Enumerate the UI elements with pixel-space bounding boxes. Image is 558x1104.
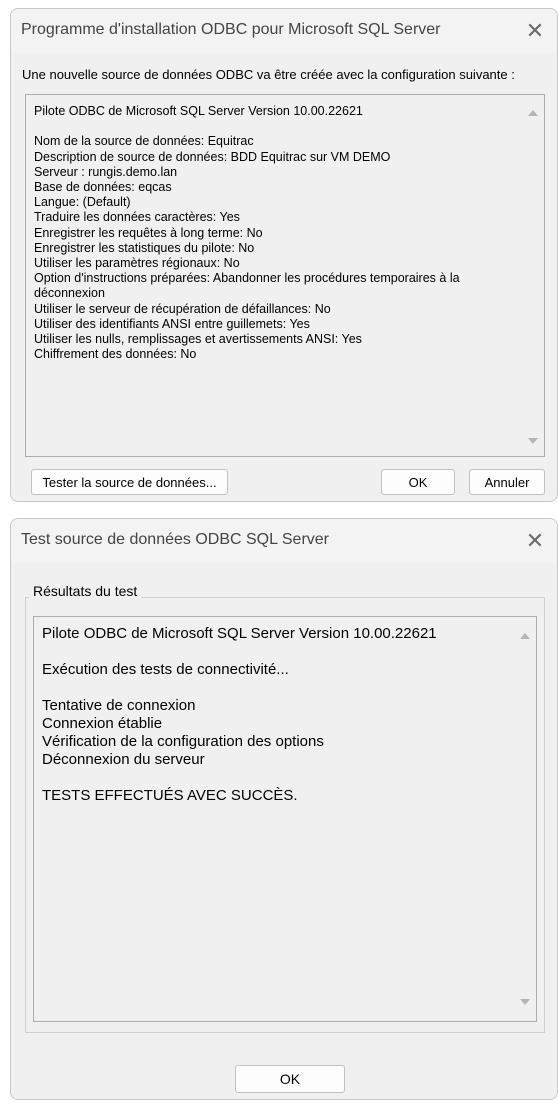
close-button[interactable]: ✕ <box>513 9 557 53</box>
scroll-down-icon[interactable] <box>520 999 530 1005</box>
ok-button[interactable]: OK <box>235 1065 345 1093</box>
close-icon: ✕ <box>525 18 545 43</box>
summary-line: Utiliser les paramètres régionaux: No <box>34 256 240 271</box>
result-line: Vérification de la configuration des opt… <box>42 733 324 750</box>
summary-line: déconnexion <box>34 286 105 301</box>
title-bar[interactable]: Test source de données ODBC SQL Server ✕ <box>11 519 557 563</box>
configuration-summary-text: Pilote ODBC de Microsoft SQL Server Vers… <box>34 104 514 362</box>
ok-button[interactable]: OK <box>381 469 455 495</box>
scroll-down-icon[interactable] <box>528 438 538 444</box>
configuration-summary-box[interactable]: Pilote ODBC de Microsoft SQL Server Vers… <box>25 94 545 457</box>
result-line: Déconnexion du serveur <box>42 751 205 768</box>
summary-line: Enregistrer les requêtes à long terme: N… <box>34 225 263 240</box>
result-line <box>42 769 506 787</box>
test-data-source-button[interactable]: Tester la source de données... <box>31 469 228 495</box>
summary-line: Base de données: eqcas <box>34 180 172 195</box>
group-label: Résultats du test <box>29 583 142 599</box>
vertical-scrollbar[interactable] <box>522 95 544 456</box>
result-line <box>42 679 506 697</box>
test-results-text: Pilote ODBC de Microsoft SQL Server Vers… <box>42 625 506 805</box>
scroll-up-icon[interactable] <box>528 110 538 116</box>
summary-line: Utiliser des identifiants ANSI entre gui… <box>34 316 310 331</box>
summary-line: Pilote ODBC de Microsoft SQL Server Vers… <box>34 104 363 118</box>
result-line: Pilote ODBC de Microsoft SQL Server Vers… <box>42 625 437 642</box>
summary-line: Description de source de données: BDD Eq… <box>34 149 391 164</box>
vertical-scrollbar[interactable] <box>514 617 536 1021</box>
result-line: TESTS EFFECTUÉS AVEC SUCCÈS. <box>42 787 298 804</box>
close-button[interactable]: ✕ <box>513 519 557 563</box>
window-title: Test source de données ODBC SQL Server <box>21 531 329 548</box>
summary-line: Nom de la source de données: Equitrac <box>34 134 254 149</box>
result-line: Exécution des tests de connectivité... <box>42 661 289 678</box>
summary-line: Chiffrement des données: No <box>34 347 197 362</box>
summary-line: Serveur : rungis.demo.lan <box>34 164 178 179</box>
cancel-button[interactable]: Annuler <box>469 469 545 495</box>
test-results-dialog: Test source de données ODBC SQL Server ✕… <box>10 518 558 1100</box>
summary-line: Utiliser les nulls, remplissages et aver… <box>34 332 362 347</box>
summary-line: Utiliser le serveur de récupération de d… <box>34 301 331 316</box>
result-line <box>42 643 506 661</box>
result-line: Tentative de connexion <box>42 697 196 714</box>
close-icon: ✕ <box>525 528 545 553</box>
summary-line: Enregistrer les statistiques du pilote: … <box>34 240 255 255</box>
title-bar[interactable]: Programme d'installation ODBC pour Micro… <box>11 9 557 53</box>
summary-line: Traduire les données caractères: Yes <box>34 210 240 225</box>
result-line: Connexion établie <box>42 715 163 732</box>
scroll-up-icon[interactable] <box>520 633 530 639</box>
summary-line: Langue: (Default) <box>34 195 131 210</box>
odbc-setup-dialog: Programme d'installation ODBC pour Micro… <box>10 8 558 502</box>
intro-text: Une nouvelle source de données ODBC va ê… <box>22 67 515 82</box>
summary-line: Option d'instructions préparées: Abandon… <box>34 271 460 286</box>
summary-line <box>34 119 514 134</box>
window-title: Programme d'installation ODBC pour Micro… <box>21 21 441 38</box>
test-results-box[interactable]: Pilote ODBC de Microsoft SQL Server Vers… <box>33 616 537 1022</box>
